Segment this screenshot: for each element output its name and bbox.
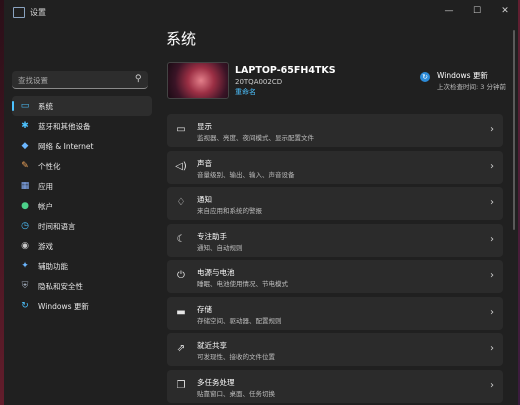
gaming-icon: ◉ (21, 241, 29, 251)
power-icon: ⏻ (177, 270, 185, 281)
system-icon: ▭ (20, 101, 30, 111)
row-subtitle: 音量级别、输出、输入、声音设备 (197, 170, 295, 179)
window-title: 设置 (30, 8, 46, 17)
sidebar-item-2[interactable]: ◆ 网络 & Internet (12, 136, 152, 156)
settings-row-notification[interactable]: ♢ 通知来自应用和系统的警报 › (167, 187, 503, 220)
focus-assist-icon: ☾ (176, 233, 186, 245)
bluetooth-icon: ✱ (21, 121, 29, 131)
row-subtitle: 睡眠、电池使用情况、节电模式 (197, 280, 288, 288)
sidebar-item-label: 个性化 (38, 162, 61, 171)
settings-row-power[interactable]: ⏻ 电源与电池睡眠、电池使用情况、节电模式 › (167, 260, 503, 293)
row-title: 显示 (197, 122, 212, 131)
chevron-right-icon: › (490, 270, 494, 281)
row-title: 声音 (197, 158, 212, 168)
time-language-icon: ◷ (21, 221, 29, 231)
chevron-right-icon: › (490, 306, 494, 318)
row-title: 存储 (197, 304, 212, 314)
close-button[interactable]: ✕ (494, 3, 516, 19)
row-title: 电源与电池 (197, 268, 235, 277)
sidebar-item-6[interactable]: ◷ 时间和语言 (12, 216, 152, 236)
sidebar-item-10[interactable]: ↻ Windows 更新 (12, 296, 152, 316)
chevron-right-icon: › (490, 197, 494, 208)
device-model: 20TQA002CD (235, 78, 283, 86)
row-title: 专注助手 (197, 231, 227, 241)
settings-app-icon (13, 7, 25, 18)
title-bar: 设置 — ☐ ✕ (4, 0, 518, 22)
sidebar-item-label: 网络 & Internet (38, 142, 94, 151)
row-title: 通知 (197, 195, 212, 204)
sidebar-item-label: Windows 更新 (38, 302, 89, 311)
row-subtitle: 可发现性、接收的文件位置 (197, 353, 275, 361)
sidebar-nav: ▭ 系统 ✱ 蓝牙和其他设备 ◆ 网络 & Internet ✎ 个性化 ▦ 应用 ● 帐户 ◷ 时间和语… (12, 96, 152, 316)
sidebar-item-label: 隐私和安全性 (38, 282, 83, 291)
row-subtitle: 存储空间、驱动器、配置规则 (197, 316, 282, 325)
row-subtitle: 监视器、亮度、夜间模式、显示配置文件 (197, 134, 314, 142)
nearby-share-icon: ⇗ (176, 343, 186, 354)
row-subtitle: 贴靠窗口、桌面、任务切换 (197, 389, 275, 398)
row-subtitle: 来自应用和系统的警报 (197, 207, 262, 215)
sidebar-item-label: 游戏 (38, 242, 53, 251)
chevron-right-icon: › (490, 379, 494, 391)
settings-row-display[interactable]: ▭ 显示监视器、亮度、夜间模式、显示配置文件 › (167, 114, 503, 147)
sidebar-item-label: 蓝牙和其他设备 (38, 122, 91, 131)
minimize-button[interactable]: — (438, 3, 460, 19)
sidebar-item-label: 系统 (38, 102, 53, 111)
windows-update-link[interactable]: Windows 更新 (437, 70, 488, 81)
sidebar-item-label: 应用 (38, 182, 53, 191)
account-icon: ● (21, 201, 29, 211)
settings-row-focus-assist[interactable]: ☾ 专注助手通知、自动规则 › (167, 223, 503, 257)
device-name: LAPTOP-65FH4TKS (235, 65, 336, 76)
accessibility-icon: ✦ (21, 261, 29, 271)
settings-row-multitasking[interactable]: ❐ 多任务处理贴靠窗口、桌面、任务切换 › (167, 369, 503, 403)
device-wallpaper-thumbnail (167, 62, 229, 99)
chevron-right-icon: › (490, 160, 494, 172)
rename-link[interactable]: 重命名 (235, 87, 256, 97)
scrollbar[interactable] (513, 30, 515, 230)
sidebar-item-label: 帐户 (38, 202, 53, 211)
settings-row-storage[interactable]: ▬ 存储存储空间、驱动器、配置规则 › (167, 296, 503, 330)
sidebar-item-0[interactable]: ▭ 系统 (12, 96, 152, 116)
search-icon[interactable]: ⚲ (135, 74, 142, 84)
multitasking-icon: ❐ (176, 379, 186, 391)
privacy-icon: ⛨ (21, 281, 29, 291)
sidebar-item-8[interactable]: ✦ 辅助功能 (12, 256, 152, 276)
chevron-right-icon: › (490, 343, 494, 354)
search-placeholder: 查找设置 (18, 76, 48, 85)
chevron-right-icon: › (490, 233, 494, 245)
sidebar-item-9[interactable]: ⛨ 隐私和安全性 (12, 276, 152, 296)
chevron-right-icon: › (490, 124, 494, 135)
sidebar-item-label: 辅助功能 (38, 262, 68, 271)
search-input[interactable]: 查找设置 ⚲ (12, 71, 148, 89)
row-subtitle: 通知、自动规则 (197, 243, 243, 252)
sidebar-item-4[interactable]: ▦ 应用 (12, 176, 152, 196)
storage-icon: ▬ (176, 306, 186, 318)
settings-row-sound[interactable]: ◁) 声音音量级别、输出、输入、声音设备 › (167, 150, 503, 184)
sidebar-item-7[interactable]: ◉ 游戏 (12, 236, 152, 256)
row-title: 多任务处理 (197, 377, 235, 387)
notification-icon: ♢ (176, 197, 186, 208)
settings-list: ▭ 显示监视器、亮度、夜间模式、显示配置文件 › ◁) 声音音量级别、输出、输入、声音设… (167, 114, 503, 405)
maximize-button[interactable]: ☐ (466, 3, 488, 19)
windows-update-last-checked: 上次检查时间: 3 分钟前 (437, 83, 506, 91)
windows-update-icon: ↻ (21, 301, 29, 311)
sidebar-item-5[interactable]: ● 帐户 (12, 196, 152, 216)
row-title: 就近共享 (197, 341, 227, 350)
settings-row-nearby-share[interactable]: ⇗ 就近共享可发现性、接收的文件位置 › (167, 333, 503, 366)
personalize-icon: ✎ (21, 161, 29, 171)
sidebar-item-3[interactable]: ✎ 个性化 (12, 156, 152, 176)
display-icon: ▭ (176, 124, 186, 135)
apps-icon: ▦ (20, 181, 30, 191)
page-title: 系统 (166, 30, 197, 48)
sidebar-item-label: 时间和语言 (38, 222, 76, 231)
sidebar-item-1[interactable]: ✱ 蓝牙和其他设备 (12, 116, 152, 136)
sound-icon: ◁) (175, 160, 187, 172)
windows-update-status-icon: ↻ (420, 72, 430, 82)
network-icon: ◆ (21, 141, 29, 151)
settings-window: 设置 — ☐ ✕ 查找设置 ⚲ ▭ 系统 ✱ 蓝牙和其他设备 ◆ 网络 & Interne… (4, 0, 518, 405)
